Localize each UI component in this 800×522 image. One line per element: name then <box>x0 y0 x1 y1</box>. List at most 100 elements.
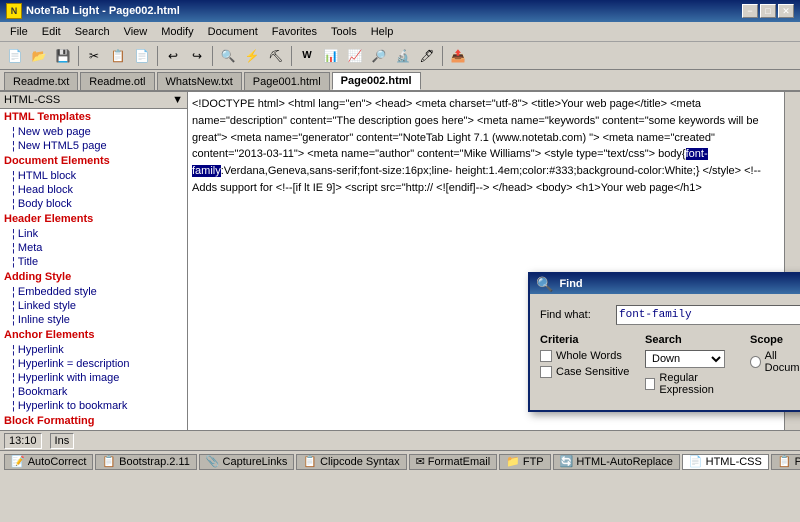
bottom-tab-formatemail[interactable]: ✉ FormatEmail <box>409 454 498 470</box>
case-sensitive-checkbox[interactable] <box>540 366 552 378</box>
menu-item-edit[interactable]: Edit <box>36 25 67 39</box>
bottom-tab-ftp[interactable]: 📁 FTP <box>499 454 550 470</box>
status-time: 13:10 <box>4 433 42 449</box>
pasteclips-label: PasteClips <box>795 456 800 468</box>
toolbar: 📄 📂 💾 ✂ 📋 📄 ↩ ↪ 🔍 ⚡ ⛏ W 📊 📈 🔎 🔬 🖊 📤 <box>0 42 800 70</box>
section-html-templates: HTML Templates <box>0 109 187 125</box>
panel-item-hyperlink[interactable]: ¦ Hyperlink <box>0 343 187 357</box>
undo-button[interactable]: ↩ <box>162 45 184 67</box>
whole-words-checkbox[interactable] <box>540 350 552 362</box>
case-sensitive-label: Case Sensitive <box>556 366 629 378</box>
cut-button[interactable]: ✂ <box>83 45 105 67</box>
capturelinks-label: CaptureLinks <box>223 456 288 468</box>
minimize-button[interactable]: − <box>742 4 758 18</box>
panel-item-new-html5-page[interactable]: ¦ New HTML5 page <box>0 139 187 153</box>
regex-checkbox[interactable] <box>645 378 655 390</box>
search-section: Search Down Up Regular Expression <box>645 334 740 400</box>
panel-item-meta[interactable]: ¦ Meta <box>0 241 187 255</box>
menu-item-help[interactable]: Help <box>365 25 400 39</box>
paste-button[interactable]: 📄 <box>131 45 153 67</box>
search-direction-select[interactable]: Down Up <box>645 350 725 368</box>
menu-item-modify[interactable]: Modify <box>155 25 199 39</box>
open-button[interactable]: 📂 <box>28 45 50 67</box>
find-what-label: Find what: <box>540 309 610 321</box>
section-adding-style: Adding Style <box>0 269 187 285</box>
panel-item-head-block[interactable]: ¦ Head block <box>0 183 187 197</box>
panel-item-div[interactable]: ¦ Div <box>0 429 187 430</box>
regex-label: Regular Expression <box>659 372 740 396</box>
bootstrap-label: Bootstrap.2.11 <box>119 456 190 468</box>
maximize-button[interactable]: □ <box>760 4 776 18</box>
html-autoreplace-label: HTML-AutoReplace <box>576 456 673 468</box>
panel-item-hyperlink-image[interactable]: ¦ Hyperlink with image <box>0 371 187 385</box>
menu-item-document[interactable]: Document <box>202 25 264 39</box>
find-dialog-body: Find what: ▼ Find Next Criteria Whole Wo… <box>530 294 800 410</box>
tb-btn-6[interactable]: ⛏ <box>265 45 287 67</box>
panel-item-html-block[interactable]: ¦ HTML block <box>0 169 187 183</box>
toolbar-sep-5 <box>442 46 443 66</box>
bottom-tab-html-css[interactable]: 📄 HTML-CSS <box>682 454 769 470</box>
bottom-tab-clipcode[interactable]: 📋 Clipcode Syntax <box>296 454 406 470</box>
ftp-label: FTP <box>523 456 544 468</box>
menu-item-tools[interactable]: Tools <box>325 25 363 39</box>
tb-btn-11[interactable]: 🔬 <box>392 45 414 67</box>
clipcode-icon: 📋 <box>303 455 317 468</box>
tab-page002-html[interactable]: Page002.html <box>332 72 421 90</box>
menu-item-file[interactable]: File <box>4 25 34 39</box>
tb-btn-10[interactable]: 🔎 <box>368 45 390 67</box>
toolbar-sep-1 <box>78 46 79 66</box>
panel-item-title[interactable]: ¦ Title <box>0 255 187 269</box>
panel-item-inline-style[interactable]: ¦ Inline style <box>0 313 187 327</box>
tab-readme-otl[interactable]: Readme.otl <box>80 72 154 90</box>
whole-words-row: Whole Words <box>540 350 635 362</box>
copy-button[interactable]: 📋 <box>107 45 129 67</box>
left-panel-arrow[interactable]: ▼ <box>172 94 183 106</box>
regex-row: Regular Expression <box>645 372 740 396</box>
formatemail-label: FormatEmail <box>428 456 490 468</box>
menu-item-view[interactable]: View <box>118 25 154 39</box>
html-css-label: HTML-CSS <box>706 456 762 468</box>
capturelinks-icon: 📎 <box>206 455 220 468</box>
find-what-row: Find what: ▼ Find Next <box>540 304 800 326</box>
find-what-input[interactable] <box>616 305 800 325</box>
panel-item-linked-style[interactable]: ¦ Linked style <box>0 299 187 313</box>
status-mode: Ins <box>50 433 75 449</box>
left-panel-header: HTML-CSS ▼ <box>0 92 187 109</box>
find-button[interactable]: 🔍 <box>217 45 239 67</box>
menu-item-favorites[interactable]: Favorites <box>266 25 323 39</box>
tb-btn-7[interactable]: W <box>296 45 318 67</box>
save-button[interactable]: 💾 <box>52 45 74 67</box>
tb-btn-5[interactable]: ⚡ <box>241 45 263 67</box>
panel-item-embedded-style[interactable]: ¦ Embedded style <box>0 285 187 299</box>
editor-wrapper: <!DOCTYPE html> <html lang="en"> <head> … <box>188 92 800 430</box>
tab-readme-txt[interactable]: Readme.txt <box>4 72 78 90</box>
autocorrect-icon: 📝 <box>11 455 25 468</box>
panel-item-new-web-page[interactable]: ¦ New web page <box>0 125 187 139</box>
bottom-tab-bootstrap[interactable]: 📋 Bootstrap.2.11 <box>95 454 196 470</box>
tb-btn-8[interactable]: 📊 <box>320 45 342 67</box>
panel-item-hyperlink-bookmark[interactable]: ¦ Hyperlink to bookmark <box>0 399 187 413</box>
panel-item-body-block[interactable]: ¦ Body block <box>0 197 187 211</box>
bottom-tab-capturelinks[interactable]: 📎 CaptureLinks <box>199 454 295 470</box>
tab-whatsnew-txt[interactable]: WhatsNew.txt <box>157 72 242 90</box>
bootstrap-icon: 📋 <box>102 455 116 468</box>
tb-btn-9[interactable]: 📈 <box>344 45 366 67</box>
panel-item-bookmark[interactable]: ¦ Bookmark <box>0 385 187 399</box>
bottom-tab-autocorrect[interactable]: 📝 AutoCorrect <box>4 454 93 470</box>
tb-btn-12[interactable]: 🖊 <box>416 45 438 67</box>
bottom-tab-html-autoreplace[interactable]: 🔄 HTML-AutoReplace <box>553 454 680 470</box>
autocorrect-label: AutoCorrect <box>28 456 87 468</box>
menu-item-search[interactable]: Search <box>69 25 116 39</box>
tab-page001-html[interactable]: Page001.html <box>244 72 330 90</box>
close-button[interactable]: ✕ <box>778 4 794 18</box>
tb-btn-13[interactable]: 📤 <box>447 45 469 67</box>
menu-bar: FileEditSearchViewModifyDocumentFavorite… <box>0 22 800 42</box>
all-docs-radio[interactable] <box>750 356 761 368</box>
new-button[interactable]: 📄 <box>4 45 26 67</box>
toolbar-sep-2 <box>157 46 158 66</box>
panel-item-link[interactable]: ¦ Link <box>0 227 187 241</box>
panel-item-hyperlink-desc[interactable]: ¦ Hyperlink = description <box>0 357 187 371</box>
app-icon: N <box>6 3 22 19</box>
bottom-tab-pasteclips[interactable]: 📋 PasteClips <box>771 454 800 470</box>
redo-button[interactable]: ↪ <box>186 45 208 67</box>
